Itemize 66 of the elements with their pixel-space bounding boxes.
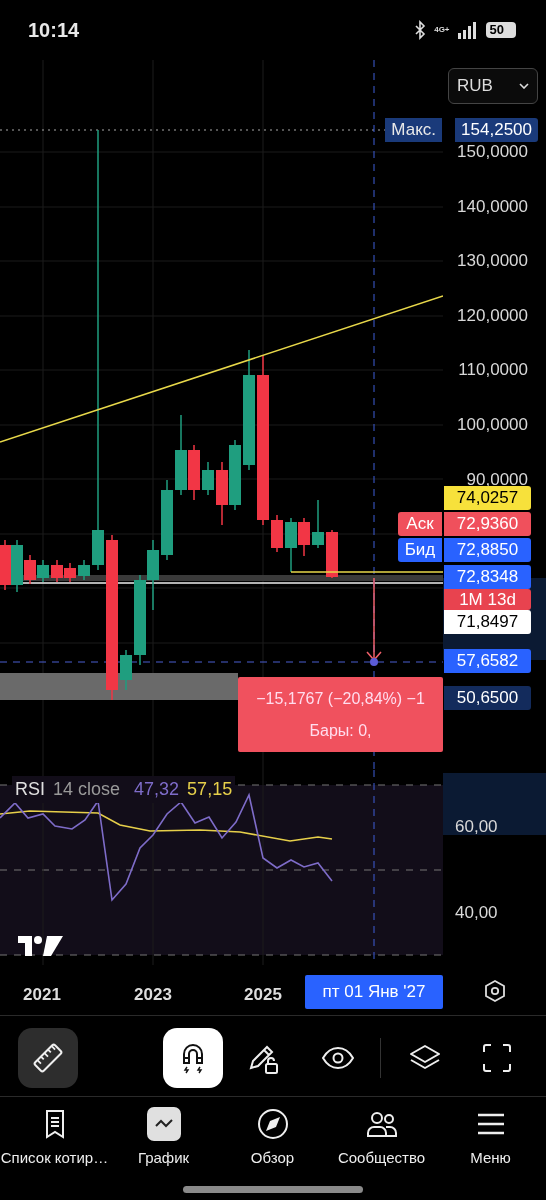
- candlestick: [37, 559, 49, 583]
- bar-count: Бары: 0,: [309, 720, 372, 741]
- bluetooth-icon: [414, 20, 427, 40]
- chart-line-icon: [154, 1119, 173, 1128]
- signal-icon: [457, 21, 478, 39]
- candlestick: [0, 539, 11, 591]
- candlestick: [202, 461, 214, 496]
- price-marker: 57,6582: [444, 649, 531, 673]
- nav-tab[interactable]: Сообщество: [327, 1097, 436, 1180]
- max-price-label: 154,2500: [455, 118, 538, 142]
- price-tick: 140,0000: [457, 196, 528, 217]
- indicator-params: 14 close: [53, 778, 121, 801]
- year-label: 2025: [243, 984, 283, 1006]
- magnet-button[interactable]: [163, 1028, 223, 1088]
- candlestick: [147, 539, 159, 611]
- price-tick: 120,0000: [457, 305, 528, 326]
- price-marker: 71,8497: [444, 610, 531, 634]
- logo-icon: [18, 936, 63, 956]
- rsi-average-value: 57,15: [187, 778, 233, 801]
- price-marker: 74,0257: [444, 486, 531, 510]
- candlestick: [271, 514, 283, 553]
- price-change: −15,1767 (−20,84%) −1: [256, 688, 425, 709]
- price-tag: Аск: [398, 512, 442, 536]
- battery-level: 50: [485, 22, 516, 38]
- price-marker: 1M 13d: [444, 589, 531, 610]
- candlestick: [326, 529, 338, 579]
- price-marker: 72,8348: [444, 565, 531, 589]
- indicator-name: RSI: [15, 778, 45, 801]
- nav-tab[interactable]: Меню: [436, 1097, 545, 1180]
- rsi-tick: 40,00: [455, 902, 498, 924]
- compass-icon: [255, 1107, 290, 1141]
- candlestick: [64, 562, 76, 583]
- settings-icon[interactable]: [483, 979, 507, 1003]
- candlestick: [51, 559, 63, 583]
- price-marker: 72,9360: [444, 512, 531, 536]
- nav-tab[interactable]: Обзор: [218, 1097, 327, 1180]
- rsi-value: 47,32: [134, 778, 180, 801]
- ruler-icon: [31, 1041, 65, 1075]
- year-label: 2023: [133, 984, 173, 1006]
- price-tag: Бид: [398, 538, 442, 562]
- price-tick: 100,0000: [457, 415, 528, 435]
- price-tick: 150,0000: [457, 142, 528, 162]
- price-marker: 50,6500: [444, 686, 531, 710]
- price-tick: 130,0000: [457, 251, 528, 272]
- candlestick: [298, 517, 310, 557]
- nav-tab[interactable]: Список котир…: [0, 1097, 109, 1180]
- network-type: 4G+: [434, 24, 450, 36]
- candlestick: [216, 461, 228, 526]
- ruler-button[interactable]: [18, 1028, 78, 1088]
- price-tick: 110,0000: [458, 360, 528, 381]
- chevron-down-icon: [519, 83, 529, 89]
- rsi-tick: 60,00: [455, 816, 498, 838]
- candlestick: [120, 649, 132, 691]
- year-label: 2021: [22, 984, 62, 1006]
- candlestick: [285, 517, 297, 573]
- fullscreen-icon: [480, 1041, 514, 1075]
- clock-time: 10:14: [28, 18, 80, 43]
- price-marker: 72,8850: [444, 538, 531, 562]
- candlestick: [229, 439, 241, 511]
- candlestick: [78, 559, 90, 581]
- candlestick: [312, 499, 324, 549]
- crosshair-date-label: пт 01 Янв '27: [305, 975, 443, 1009]
- max-label: Макс.: [385, 118, 442, 142]
- nav-tab[interactable]: График: [109, 1097, 218, 1180]
- crosshair-point: [370, 658, 378, 666]
- currency-select[interactable]: RUB: [448, 68, 538, 104]
